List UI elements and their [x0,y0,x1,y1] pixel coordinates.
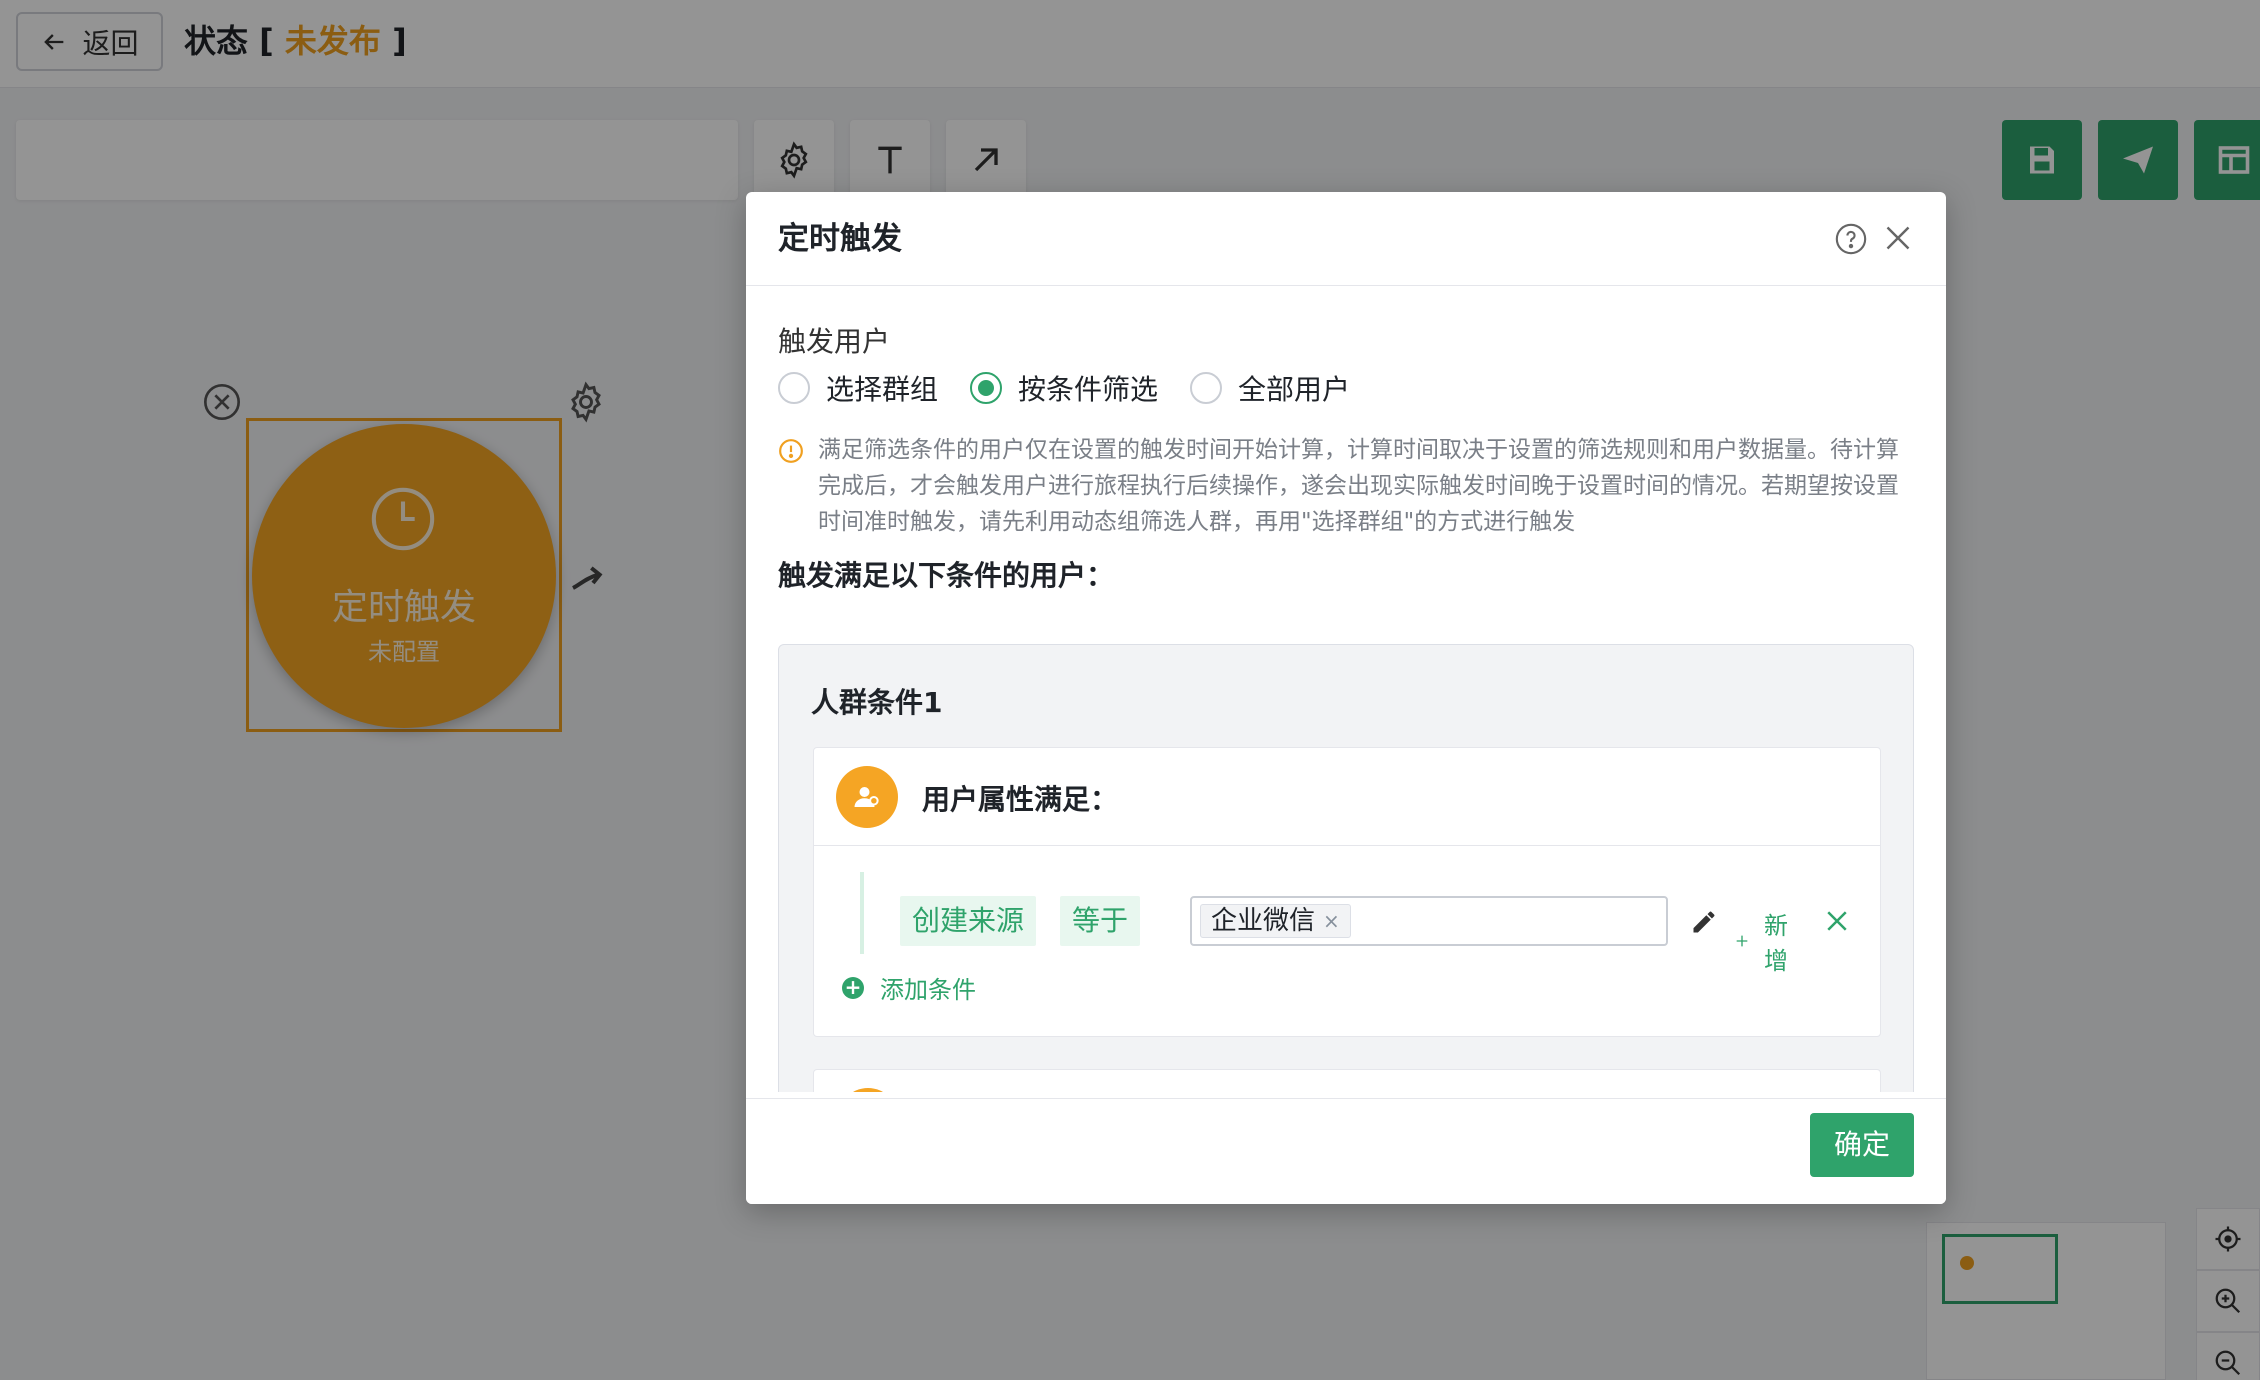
plus-circle-icon: + [842,976,864,999]
radio-select-group[interactable]: 选择群组 [778,368,938,408]
radio-circle[interactable] [778,372,810,404]
radio-filter-by-condition[interactable]: 按条件筛选 [970,368,1158,408]
add-value-button[interactable]: 新增 [1734,906,1796,976]
avatar [838,1088,898,1092]
trigger-user-label: 触发用户 [778,325,891,358]
add-condition-button[interactable]: + 添加条件 [842,970,976,1005]
operator-tag[interactable]: 等于 [1060,896,1141,946]
dialog-title: 定时触发 [778,221,902,257]
dialog-body: 触发用户 选择群组 按条件筛选 全部用户 满足筛选条件的用户仅在设置的触发时间开… [746,286,1946,1092]
value-select-input[interactable]: 企业微信 × [1190,896,1668,946]
field-tag[interactable]: 创建来源 [900,896,1037,946]
timer-trigger-dialog: 定时触发 触发用户 选择群组 按条件筛选 全部用户 满足筛选条件的用户仅在设置的… [746,192,1946,1204]
pencil-icon[interactable] [1690,908,1718,936]
remove-condition-icon[interactable] [1822,906,1852,936]
warning-icon [779,439,803,463]
audience-condition-group: 人群条件1 用户属性满足： 创建来源 等于 企业微信 × 新增 + 添加条件 [778,644,1914,1092]
confirm-button[interactable]: 确定 [1810,1113,1914,1177]
radio-all-users[interactable]: 全部用户 [1190,368,1350,408]
plus-icon [1736,935,1748,947]
warning-text: 满足筛选条件的用户仅在设置的触发时间开始计算，计算时间取决于设置的筛选规则和用户… [818,437,1899,535]
warning-notice: 满足筛选条件的用户仅在设置的触发时间开始计算，计算时间取决于设置的筛选规则和用户… [778,432,1918,540]
avatar [836,766,898,828]
dialog-footer: 确定 [746,1098,1946,1204]
attribute-title: 用户属性满足： [922,783,1119,816]
radio-circle[interactable] [970,372,1003,404]
radio-circle[interactable] [1190,372,1223,404]
user-attribute-icon [854,787,879,807]
attribute-card-header: 用户属性满足： [814,748,1880,846]
chip-remove-icon[interactable]: × [1323,905,1340,937]
user-attribute-card: 用户属性满足： 创建来源 等于 企业微信 × 新增 + 添加条件 [813,747,1881,1037]
trigger-user-radio-group: 选择群组 按条件筛选 全部用户 [778,368,1382,408]
condition-row: 创建来源 等于 企业微信 × 新增 [860,872,1847,975]
condition-title: 触发满足以下条件的用户： [778,559,1115,592]
close-icon[interactable] [1880,220,1916,256]
dialog-header: 定时触发 [746,192,1946,286]
value-chip: 企业微信 × [1200,904,1351,938]
group-title: 人群条件1 [811,686,943,719]
help-icon[interactable] [1834,222,1868,256]
second-condition-card [813,1069,1881,1092]
